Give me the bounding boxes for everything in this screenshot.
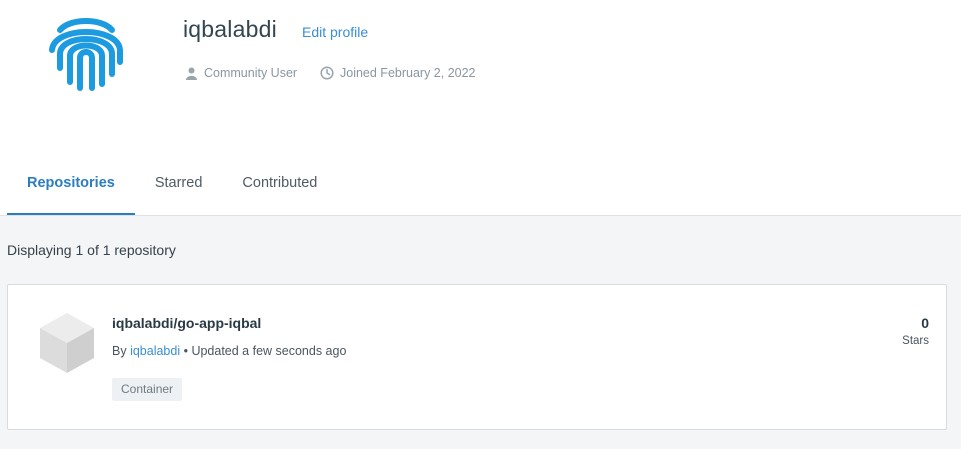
profile-header: iqbalabdi Edit profile Community User Jo… (0, 0, 961, 215)
profile-avatar (44, 10, 128, 94)
repository-updated: • Updated a few seconds ago (183, 344, 347, 358)
edit-profile-link[interactable]: Edit profile (302, 24, 368, 40)
profile-tabs: Repositories Starred Contributed (7, 162, 337, 215)
repository-owner-link[interactable]: iqbalabdi (130, 344, 180, 358)
repository-type-badge: Container (112, 378, 183, 401)
repository-card[interactable]: iqbalabdi/go-app-iqbal By iqbalabdi • Up… (7, 284, 947, 430)
user-type-label: Community User (204, 66, 298, 80)
repositories-panel: Displaying 1 of 1 repository iqbalabdi/g… (0, 216, 961, 449)
fingerprint-icon (49, 18, 123, 91)
person-icon (186, 67, 197, 80)
repository-name[interactable]: iqbalabdi/go-app-iqbal (112, 315, 261, 331)
results-count: Displaying 1 of 1 repository (7, 242, 176, 258)
stars-label: Stars (902, 335, 929, 347)
repository-by-label: By (112, 344, 131, 358)
tab-starred[interactable]: Starred (135, 162, 223, 215)
stars-count: 0 (921, 315, 929, 331)
repository-meta: By iqbalabdi • Updated a few seconds ago (112, 344, 346, 358)
join-date-label: Joined February 2, 2022 (340, 66, 476, 80)
user-type: Community User (185, 66, 297, 80)
tab-repositories[interactable]: Repositories (7, 162, 135, 215)
join-date: Joined February 2, 2022 (320, 66, 476, 80)
profile-username: iqbalabdi (183, 16, 277, 42)
cube-icon (40, 313, 94, 373)
clock-icon (320, 66, 334, 80)
tab-contributed[interactable]: Contributed (222, 162, 337, 215)
